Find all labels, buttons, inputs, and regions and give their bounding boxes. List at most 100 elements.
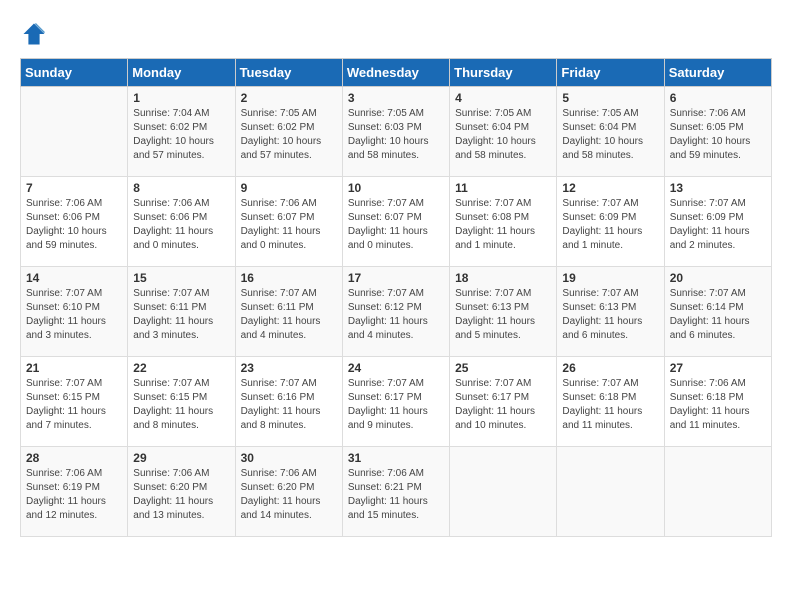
day-cell: 27 Sunrise: 7:06 AM Sunset: 6:18 PM Dayli…	[664, 357, 771, 447]
day-number: 23	[241, 361, 337, 375]
day-number: 16	[241, 271, 337, 285]
day-number: 1	[133, 91, 229, 105]
day-cell: 19 Sunrise: 7:07 AM Sunset: 6:13 PM Dayli…	[557, 267, 664, 357]
day-info: Sunrise: 7:05 AM Sunset: 6:04 PM Dayligh…	[562, 107, 658, 163]
header-cell-tuesday: Tuesday	[235, 59, 342, 87]
day-info: Sunrise: 7:04 AM Sunset: 6:02 PM Dayligh…	[133, 107, 229, 163]
day-info: Sunrise: 7:07 AM Sunset: 6:12 PM Dayligh…	[348, 287, 444, 343]
day-info: Sunrise: 7:07 AM Sunset: 6:11 PM Dayligh…	[241, 287, 337, 343]
day-info: Sunrise: 7:05 AM Sunset: 6:02 PM Dayligh…	[241, 107, 337, 163]
header-cell-sunday: Sunday	[21, 59, 128, 87]
day-number: 9	[241, 181, 337, 195]
day-cell: 10 Sunrise: 7:07 AM Sunset: 6:07 PM Dayli…	[342, 177, 449, 267]
header-cell-thursday: Thursday	[450, 59, 557, 87]
calendar-header: SundayMondayTuesdayWednesdayThursdayFrid…	[21, 59, 772, 87]
day-number: 21	[26, 361, 122, 375]
week-row-4: 28 Sunrise: 7:06 AM Sunset: 6:19 PM Dayli…	[21, 447, 772, 537]
day-number: 24	[348, 361, 444, 375]
day-info: Sunrise: 7:07 AM Sunset: 6:08 PM Dayligh…	[455, 197, 551, 253]
day-number: 25	[455, 361, 551, 375]
calendar-body: 1 Sunrise: 7:04 AM Sunset: 6:02 PM Daylig…	[21, 87, 772, 537]
day-number: 29	[133, 451, 229, 465]
day-cell: 9 Sunrise: 7:06 AM Sunset: 6:07 PM Daylig…	[235, 177, 342, 267]
day-number: 8	[133, 181, 229, 195]
day-info: Sunrise: 7:07 AM Sunset: 6:13 PM Dayligh…	[562, 287, 658, 343]
week-row-2: 14 Sunrise: 7:07 AM Sunset: 6:10 PM Dayli…	[21, 267, 772, 357]
day-number: 3	[348, 91, 444, 105]
day-number: 4	[455, 91, 551, 105]
day-cell: 20 Sunrise: 7:07 AM Sunset: 6:14 PM Dayli…	[664, 267, 771, 357]
day-cell: 16 Sunrise: 7:07 AM Sunset: 6:11 PM Dayli…	[235, 267, 342, 357]
day-info: Sunrise: 7:07 AM Sunset: 6:16 PM Dayligh…	[241, 377, 337, 433]
day-info: Sunrise: 7:06 AM Sunset: 6:06 PM Dayligh…	[133, 197, 229, 253]
day-number: 19	[562, 271, 658, 285]
day-number: 13	[670, 181, 766, 195]
day-info: Sunrise: 7:07 AM Sunset: 6:15 PM Dayligh…	[26, 377, 122, 433]
day-info: Sunrise: 7:07 AM Sunset: 6:14 PM Dayligh…	[670, 287, 766, 343]
day-cell: 28 Sunrise: 7:06 AM Sunset: 6:19 PM Dayli…	[21, 447, 128, 537]
day-info: Sunrise: 7:07 AM Sunset: 6:13 PM Dayligh…	[455, 287, 551, 343]
day-cell: 12 Sunrise: 7:07 AM Sunset: 6:09 PM Dayli…	[557, 177, 664, 267]
day-info: Sunrise: 7:07 AM Sunset: 6:11 PM Dayligh…	[133, 287, 229, 343]
day-number: 28	[26, 451, 122, 465]
day-cell: 11Sunrise: 7:07 AM Sunset: 6:08 PM Dayli…	[450, 177, 557, 267]
logo-icon	[20, 20, 48, 48]
day-cell: 17Sunrise: 7:07 AM Sunset: 6:12 PM Dayli…	[342, 267, 449, 357]
day-number: 22	[133, 361, 229, 375]
day-info: Sunrise: 7:06 AM Sunset: 6:06 PM Dayligh…	[26, 197, 122, 253]
day-number: 14	[26, 271, 122, 285]
day-info: Sunrise: 7:06 AM Sunset: 6:18 PM Dayligh…	[670, 377, 766, 433]
day-info: Sunrise: 7:06 AM Sunset: 6:19 PM Dayligh…	[26, 467, 122, 523]
day-cell	[664, 447, 771, 537]
logo	[20, 20, 52, 48]
day-info: Sunrise: 7:07 AM Sunset: 6:07 PM Dayligh…	[348, 197, 444, 253]
day-number: 10	[348, 181, 444, 195]
day-cell: 6Sunrise: 7:06 AM Sunset: 6:05 PM Daylig…	[664, 87, 771, 177]
day-info: Sunrise: 7:07 AM Sunset: 6:09 PM Dayligh…	[670, 197, 766, 253]
day-cell: 5 Sunrise: 7:05 AM Sunset: 6:04 PM Daylig…	[557, 87, 664, 177]
day-number: 26	[562, 361, 658, 375]
day-cell	[557, 447, 664, 537]
day-info: Sunrise: 7:06 AM Sunset: 6:20 PM Dayligh…	[133, 467, 229, 523]
week-row-3: 21 Sunrise: 7:07 AM Sunset: 6:15 PM Dayli…	[21, 357, 772, 447]
day-info: Sunrise: 7:07 AM Sunset: 6:17 PM Dayligh…	[455, 377, 551, 433]
day-info: Sunrise: 7:05 AM Sunset: 6:04 PM Dayligh…	[455, 107, 551, 163]
day-cell: 25 Sunrise: 7:07 AM Sunset: 6:17 PM Dayli…	[450, 357, 557, 447]
day-info: Sunrise: 7:07 AM Sunset: 6:15 PM Dayligh…	[133, 377, 229, 433]
day-cell: 26 Sunrise: 7:07 AM Sunset: 6:18 PM Dayli…	[557, 357, 664, 447]
header-cell-friday: Friday	[557, 59, 664, 87]
day-cell: 29 Sunrise: 7:06 AM Sunset: 6:20 PM Dayli…	[128, 447, 235, 537]
day-number: 12	[562, 181, 658, 195]
page-header	[20, 20, 772, 48]
day-info: Sunrise: 7:06 AM Sunset: 6:07 PM Dayligh…	[241, 197, 337, 253]
day-info: Sunrise: 7:07 AM Sunset: 6:18 PM Dayligh…	[562, 377, 658, 433]
day-info: Sunrise: 7:06 AM Sunset: 6:05 PM Dayligh…	[670, 107, 766, 163]
day-cell	[450, 447, 557, 537]
day-number: 27	[670, 361, 766, 375]
day-cell: 30Sunrise: 7:06 AM Sunset: 6:20 PM Dayli…	[235, 447, 342, 537]
day-number: 15	[133, 271, 229, 285]
header-cell-saturday: Saturday	[664, 59, 771, 87]
day-info: Sunrise: 7:06 AM Sunset: 6:21 PM Dayligh…	[348, 467, 444, 523]
day-cell: 4 Sunrise: 7:05 AM Sunset: 6:04 PM Daylig…	[450, 87, 557, 177]
day-cell: 8 Sunrise: 7:06 AM Sunset: 6:06 PM Daylig…	[128, 177, 235, 267]
day-cell: 23 Sunrise: 7:07 AM Sunset: 6:16 PM Dayli…	[235, 357, 342, 447]
day-cell: 7 Sunrise: 7:06 AM Sunset: 6:06 PM Daylig…	[21, 177, 128, 267]
day-number: 2	[241, 91, 337, 105]
day-number: 5	[562, 91, 658, 105]
day-number: 31	[348, 451, 444, 465]
day-cell: 3 Sunrise: 7:05 AM Sunset: 6:03 PM Daylig…	[342, 87, 449, 177]
day-info: Sunrise: 7:07 AM Sunset: 6:10 PM Dayligh…	[26, 287, 122, 343]
day-cell: 22 Sunrise: 7:07 AM Sunset: 6:15 PM Dayli…	[128, 357, 235, 447]
day-number: 20	[670, 271, 766, 285]
header-row: SundayMondayTuesdayWednesdayThursdayFrid…	[21, 59, 772, 87]
day-cell: 14 Sunrise: 7:07 AM Sunset: 6:10 PM Dayli…	[21, 267, 128, 357]
day-info: Sunrise: 7:07 AM Sunset: 6:17 PM Dayligh…	[348, 377, 444, 433]
day-cell: 24 Sunrise: 7:07 AM Sunset: 6:17 PM Dayli…	[342, 357, 449, 447]
day-number: 30	[241, 451, 337, 465]
day-info: Sunrise: 7:05 AM Sunset: 6:03 PM Dayligh…	[348, 107, 444, 163]
day-number: 7	[26, 181, 122, 195]
day-info: Sunrise: 7:07 AM Sunset: 6:09 PM Dayligh…	[562, 197, 658, 253]
week-row-0: 1 Sunrise: 7:04 AM Sunset: 6:02 PM Daylig…	[21, 87, 772, 177]
header-cell-monday: Monday	[128, 59, 235, 87]
